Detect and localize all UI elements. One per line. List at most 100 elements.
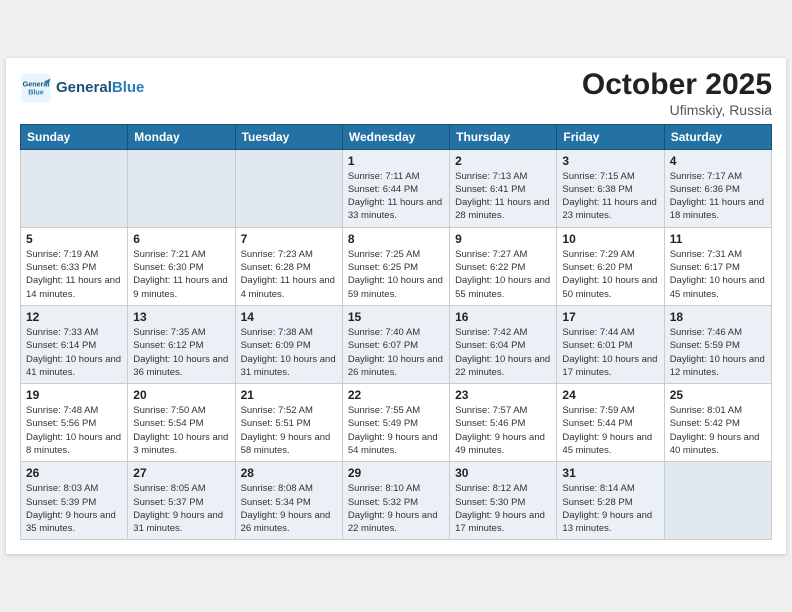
calendar-cell — [664, 462, 771, 540]
calendar-week-row: 19 Sunrise: 7:48 AM Sunset: 5:56 PM Dayli… — [21, 384, 772, 462]
calendar-cell: 1 Sunrise: 7:11 AM Sunset: 6:44 PM Daylig… — [342, 149, 449, 227]
day-info: Sunrise: 7:21 AM Sunset: 6:30 PM Dayligh… — [133, 248, 229, 301]
day-info: Sunrise: 8:12 AM Sunset: 5:30 PM Dayligh… — [455, 482, 551, 535]
calendar-cell: 18 Sunrise: 7:46 AM Sunset: 5:59 PM Dayli… — [664, 305, 771, 383]
calendar-cell: 6Sunrise: 7:21 AM Sunset: 6:30 PM Daylig… — [128, 227, 235, 305]
location-title: Ufimskiy, Russia — [582, 102, 772, 118]
calendar-cell: 12 Sunrise: 7:33 AM Sunset: 6:14 PM Dayli… — [21, 305, 128, 383]
calendar-cell — [21, 149, 128, 227]
day-number: 16 — [455, 310, 551, 324]
day-number: 23 — [455, 388, 551, 402]
calendar-cell: 17 Sunrise: 7:44 AM Sunset: 6:01 PM Dayli… — [557, 305, 664, 383]
calendar-cell: 30 Sunrise: 8:12 AM Sunset: 5:30 PM Dayli… — [450, 462, 557, 540]
calendar-cell: 14Sunrise: 7:38 AM Sunset: 6:09 PM Dayli… — [235, 305, 342, 383]
day-number: 13 — [133, 310, 229, 324]
calendar-cell: 26 Sunrise: 8:03 AM Sunset: 5:39 PM Dayli… — [21, 462, 128, 540]
day-info: Sunrise: 7:50 AM Sunset: 5:54 PM Dayligh… — [133, 404, 229, 457]
calendar-cell: 20 Sunrise: 7:50 AM Sunset: 5:54 PM Dayli… — [128, 384, 235, 462]
day-info: Sunrise: 8:03 AM Sunset: 5:39 PM Dayligh… — [26, 482, 122, 535]
logo-icon: General Blue — [20, 72, 52, 104]
weekday-header-saturday: Saturday — [664, 124, 771, 149]
day-info: Sunrise: 7:15 AM Sunset: 6:38 PM Dayligh… — [562, 170, 658, 223]
logo-line2: Blue — [112, 79, 145, 96]
day-info: Sunrise: 7:27 AM Sunset: 6:22 PM Dayligh… — [455, 248, 551, 301]
day-info: Sunrise: 7:42 AM Sunset: 6:04 PM Dayligh… — [455, 326, 551, 379]
day-number: 19 — [26, 388, 122, 402]
day-number: 25 — [670, 388, 766, 402]
weekday-header-sunday: Sunday — [21, 124, 128, 149]
day-number: 21 — [241, 388, 337, 402]
logo-line1: General — [56, 79, 112, 96]
calendar-cell — [128, 149, 235, 227]
day-info: Sunrise: 7:17 AM Sunset: 6:36 PM Dayligh… — [670, 170, 766, 223]
calendar-cell: 10 Sunrise: 7:29 AM Sunset: 6:20 PM Dayli… — [557, 227, 664, 305]
day-info: Sunrise: 7:44 AM Sunset: 6:01 PM Dayligh… — [562, 326, 658, 379]
calendar-cell: 29 Sunrise: 8:10 AM Sunset: 5:32 PM Dayli… — [342, 462, 449, 540]
day-number: 20 — [133, 388, 229, 402]
day-info: Sunrise: 7:57 AM Sunset: 5:46 PM Dayligh… — [455, 404, 551, 457]
title-area: October 2025 Ufimskiy, Russia — [582, 68, 772, 118]
day-number: 18 — [670, 310, 766, 324]
day-info: Sunrise: 7:11 AM Sunset: 6:44 PM Dayligh… — [348, 170, 444, 223]
calendar-table: SundayMondayTuesdayWednesdayThursdayFrid… — [20, 124, 772, 541]
calendar-cell: 22 Sunrise: 7:55 AM Sunset: 5:49 PM Dayli… — [342, 384, 449, 462]
day-number: 3 — [562, 154, 658, 168]
day-info: Sunrise: 7:52 AM Sunset: 5:51 PM Dayligh… — [241, 404, 337, 457]
calendar-cell: 13 Sunrise: 7:35 AM Sunset: 6:12 PM Dayli… — [128, 305, 235, 383]
calendar-cell: 11 Sunrise: 7:31 AM Sunset: 6:17 PM Dayli… — [664, 227, 771, 305]
day-info: Sunrise: 7:59 AM Sunset: 5:44 PM Dayligh… — [562, 404, 658, 457]
day-number: 27 — [133, 466, 229, 480]
day-info: Sunrise: 8:05 AM Sunset: 5:37 PM Dayligh… — [133, 482, 229, 535]
calendar-cell: 7Sunrise: 7:23 AM Sunset: 6:28 PM Daylig… — [235, 227, 342, 305]
calendar-cell: 21 Sunrise: 7:52 AM Sunset: 5:51 PM Dayli… — [235, 384, 342, 462]
calendar-cell: 27 Sunrise: 8:05 AM Sunset: 5:37 PM Dayli… — [128, 462, 235, 540]
day-number: 1 — [348, 154, 444, 168]
day-info: Sunrise: 7:48 AM Sunset: 5:56 PM Dayligh… — [26, 404, 122, 457]
day-info: Sunrise: 8:01 AM Sunset: 5:42 PM Dayligh… — [670, 404, 766, 457]
day-info: Sunrise: 7:23 AM Sunset: 6:28 PM Dayligh… — [241, 248, 337, 301]
calendar-week-row: 5 Sunrise: 7:19 AM Sunset: 6:33 PM Daylig… — [21, 227, 772, 305]
day-number: 26 — [26, 466, 122, 480]
calendar-cell: 5 Sunrise: 7:19 AM Sunset: 6:33 PM Daylig… — [21, 227, 128, 305]
day-number: 5 — [26, 232, 122, 246]
day-number: 2 — [455, 154, 551, 168]
day-number: 17 — [562, 310, 658, 324]
calendar-cell: 8Sunrise: 7:25 AM Sunset: 6:25 PM Daylig… — [342, 227, 449, 305]
weekday-header-friday: Friday — [557, 124, 664, 149]
calendar-cell: 19 Sunrise: 7:48 AM Sunset: 5:56 PM Dayli… — [21, 384, 128, 462]
calendar-week-row: 1 Sunrise: 7:11 AM Sunset: 6:44 PM Daylig… — [21, 149, 772, 227]
day-number: 4 — [670, 154, 766, 168]
calendar-week-row: 12 Sunrise: 7:33 AM Sunset: 6:14 PM Dayli… — [21, 305, 772, 383]
calendar-cell: 16 Sunrise: 7:42 AM Sunset: 6:04 PM Dayli… — [450, 305, 557, 383]
day-info: Sunrise: 7:31 AM Sunset: 6:17 PM Dayligh… — [670, 248, 766, 301]
day-number: 10 — [562, 232, 658, 246]
day-number: 22 — [348, 388, 444, 402]
weekday-header-wednesday: Wednesday — [342, 124, 449, 149]
day-info: Sunrise: 7:46 AM Sunset: 5:59 PM Dayligh… — [670, 326, 766, 379]
calendar-cell: 31Sunrise: 8:14 AM Sunset: 5:28 PM Dayli… — [557, 462, 664, 540]
calendar-week-row: 26 Sunrise: 8:03 AM Sunset: 5:39 PM Dayli… — [21, 462, 772, 540]
calendar-cell: 28Sunrise: 8:08 AM Sunset: 5:34 PM Dayli… — [235, 462, 342, 540]
logo-text: GeneralBlue — [56, 79, 144, 96]
day-info: Sunrise: 7:29 AM Sunset: 6:20 PM Dayligh… — [562, 248, 658, 301]
calendar-cell — [235, 149, 342, 227]
day-info: Sunrise: 8:10 AM Sunset: 5:32 PM Dayligh… — [348, 482, 444, 535]
calendar-cell: 2Sunrise: 7:13 AM Sunset: 6:41 PM Daylig… — [450, 149, 557, 227]
day-number: 31 — [562, 466, 658, 480]
calendar-cell: 23 Sunrise: 7:57 AM Sunset: 5:46 PM Dayli… — [450, 384, 557, 462]
day-number: 29 — [348, 466, 444, 480]
calendar-cell: 25 Sunrise: 8:01 AM Sunset: 5:42 PM Dayli… — [664, 384, 771, 462]
day-info: Sunrise: 7:38 AM Sunset: 6:09 PM Dayligh… — [241, 326, 337, 379]
calendar-cell: 24Sunrise: 7:59 AM Sunset: 5:44 PM Dayli… — [557, 384, 664, 462]
day-number: 11 — [670, 232, 766, 246]
day-info: Sunrise: 7:55 AM Sunset: 5:49 PM Dayligh… — [348, 404, 444, 457]
day-info: Sunrise: 7:33 AM Sunset: 6:14 PM Dayligh… — [26, 326, 122, 379]
day-info: Sunrise: 7:35 AM Sunset: 6:12 PM Dayligh… — [133, 326, 229, 379]
day-info: Sunrise: 7:19 AM Sunset: 6:33 PM Dayligh… — [26, 248, 122, 301]
day-number: 12 — [26, 310, 122, 324]
day-number: 15 — [348, 310, 444, 324]
logo: General Blue GeneralBlue — [20, 72, 144, 104]
day-number: 30 — [455, 466, 551, 480]
day-number: 28 — [241, 466, 337, 480]
calendar-cell: 9Sunrise: 7:27 AM Sunset: 6:22 PM Daylig… — [450, 227, 557, 305]
